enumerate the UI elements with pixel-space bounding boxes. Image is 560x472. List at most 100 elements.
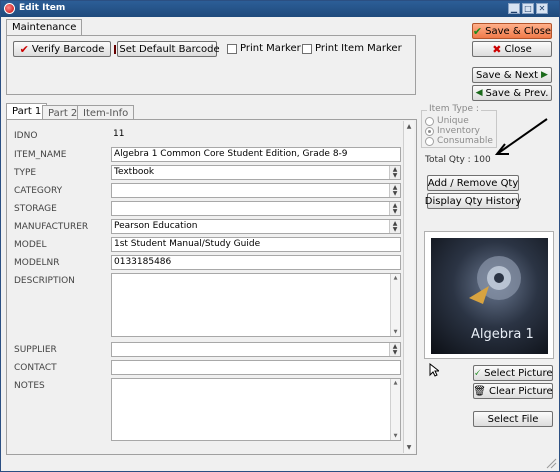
storage-label: STORAGE <box>14 204 57 214</box>
save-next-button[interactable]: Save & Next ▶ <box>472 67 552 83</box>
print-marker-checkbox[interactable]: Print Marker <box>227 43 301 54</box>
idno-label: IDNO <box>14 131 38 141</box>
radio-unique-dot[interactable] <box>425 116 434 126</box>
supplier-combo[interactable]: ▲ ▼ <box>111 342 401 357</box>
window-title: Edit Item <box>19 3 66 13</box>
tab-maintenance[interactable]: Maintenance <box>6 19 83 35</box>
minimize-button[interactable]: ▁ <box>508 3 520 14</box>
notes-label: NOTES <box>14 381 45 391</box>
save-prev-label: Save & Prev. <box>485 87 549 99</box>
modelnr-field[interactable]: 0133185486 <box>111 255 401 270</box>
print-marker-label: Print Marker <box>240 43 301 54</box>
storage-combo[interactable]: ▲ ▼ <box>111 201 401 216</box>
model-field[interactable]: 1st Student Manual/Study Guide <box>111 237 401 252</box>
book-cover-image: Algebra 1 <box>431 238 548 354</box>
combo-arrow-icon[interactable]: ▲ ▼ <box>389 166 400 179</box>
tab-part-1-label: Part 1 <box>12 106 42 117</box>
person-icon: 🗸 <box>473 366 482 379</box>
item-type-legend: Item Type : <box>427 104 481 114</box>
save-prev-button[interactable]: ◀ Save & Prev. <box>472 85 552 101</box>
save-close-button[interactable]: ✔ Save & Close <box>472 23 552 39</box>
combo-arrow-icon[interactable]: ▲ ▼ <box>389 184 400 197</box>
trash-icon: 🗑 <box>473 385 486 397</box>
mouse-cursor-icon <box>429 363 439 377</box>
item-type-unique-radio[interactable]: Unique <box>425 116 469 126</box>
close-window-button[interactable]: ✕ <box>536 3 548 14</box>
print-item-marker-box[interactable] <box>302 43 312 54</box>
category-label: CATEGORY <box>14 186 63 196</box>
set-default-barcode-button[interactable]: Set Default Barcode <box>114 41 220 57</box>
book-cover-title: Algebra 1 <box>471 327 534 342</box>
item-type-consumable-label: Consumable <box>437 136 493 146</box>
resize-grip-icon[interactable] <box>545 457 557 469</box>
manufacturer-combo[interactable]: Pearson Education ▲ ▼ <box>111 219 401 234</box>
description-scrollbar[interactable]: ▲ ▼ <box>390 274 400 336</box>
scroll-up-icon[interactable]: ▲ <box>392 275 399 281</box>
type-value: Textbook <box>114 167 155 177</box>
select-file-button[interactable]: Select File <box>473 411 553 427</box>
combo-arrow-icon[interactable]: ▲ ▼ <box>389 343 400 356</box>
set-default-barcode-label: Set Default Barcode <box>119 43 220 55</box>
edit-item-window: Edit Item ▁ □ ✕ Maintenance ✔ Verify Bar… <box>0 0 560 472</box>
total-qty-text: Total Qty : 100 <box>425 155 491 165</box>
app-icon <box>4 3 15 14</box>
category-combo[interactable]: ▲ ▼ <box>111 183 401 198</box>
scroll-up-icon[interactable]: ▲ <box>405 123 413 130</box>
select-picture-button[interactable]: 🗸 Select Picture <box>473 365 553 381</box>
combo-arrow-icon[interactable]: ▲ ▼ <box>389 202 400 215</box>
add-remove-qty-button[interactable]: Add / Remove Qty <box>427 175 519 191</box>
next-arrow-icon: ▶ <box>541 70 548 80</box>
checkmark-icon: ✔ <box>19 42 29 56</box>
item-type-inventory-label: Inventory <box>437 126 480 136</box>
tab-part-2-label: Part 2 <box>48 108 78 119</box>
annotation-arrow <box>494 118 548 155</box>
item-type-unique-label: Unique <box>437 116 469 126</box>
prev-arrow-icon: ◀ <box>475 88 483 98</box>
type-label: TYPE <box>14 168 37 178</box>
verify-barcode-button[interactable]: ✔ Verify Barcode <box>13 41 111 57</box>
combo-arrow-icon[interactable]: ▲ ▼ <box>389 220 400 233</box>
print-item-marker-label: Print Item Marker <box>315 43 402 54</box>
clear-picture-button[interactable]: 🗑 Clear Picture <box>473 383 553 399</box>
model-value: 1st Student Manual/Study Guide <box>114 239 261 249</box>
checkmark-icon: ✔ <box>472 24 483 38</box>
item-type-consumable-radio[interactable]: Consumable <box>425 136 493 146</box>
scroll-down-icon[interactable]: ▼ <box>392 329 399 335</box>
scroll-up-icon[interactable]: ▲ <box>392 380 399 386</box>
print-marker-box[interactable] <box>227 43 237 54</box>
select-file-label: Select File <box>487 413 539 425</box>
contact-label: CONTACT <box>14 363 57 373</box>
item-picture: Algebra 1 <box>424 231 554 359</box>
save-next-label: Save & Next <box>476 69 539 81</box>
item-type-inventory-radio[interactable]: Inventory <box>425 126 480 136</box>
close-button[interactable]: ✖ Close <box>472 41 552 57</box>
tab-item-info-label: Item-Info <box>83 108 129 119</box>
notes-scrollbar[interactable]: ▲ ▼ <box>390 379 400 440</box>
radio-inventory-dot[interactable] <box>425 126 434 136</box>
model-label: MODEL <box>14 240 47 250</box>
scroll-down-icon[interactable]: ▼ <box>392 433 399 439</box>
type-combo[interactable]: Textbook ▲ ▼ <box>111 165 401 180</box>
modelnr-label: MODELNR <box>14 258 60 268</box>
title-bar: Edit Item ▁ □ ✕ <box>1 1 559 17</box>
maximize-button[interactable]: □ <box>522 3 534 14</box>
part-1-scrollbar[interactable]: ▲ ▼ <box>403 121 414 453</box>
item-name-label: ITEM_NAME <box>14 150 67 160</box>
tab-item-info[interactable]: Item-Info <box>77 105 135 120</box>
barcode-icon <box>114 44 117 54</box>
display-qty-history-button[interactable]: Display Qty History <box>424 193 522 209</box>
manufacturer-value: Pearson Education <box>114 221 198 231</box>
item-name-field[interactable]: Algebra 1 Common Core Student Edition, G… <box>111 147 401 162</box>
description-memo[interactable]: ▲ ▼ <box>111 273 401 337</box>
radio-consumable-dot[interactable] <box>425 136 434 146</box>
notes-memo[interactable]: ▲ ▼ <box>111 378 401 441</box>
scroll-down-icon[interactable]: ▼ <box>405 444 413 451</box>
idno-value: 11 <box>113 129 125 139</box>
print-item-marker-checkbox[interactable]: Print Item Marker <box>302 43 402 54</box>
save-close-label: Save & Close <box>485 25 552 37</box>
close-label: Close <box>504 43 532 55</box>
contact-field[interactable] <box>111 360 401 375</box>
display-qty-history-label: Display Qty History <box>424 195 522 207</box>
item-name-value: Algebra 1 Common Core Student Edition, G… <box>114 149 348 159</box>
modelnr-value: 0133185486 <box>114 257 172 267</box>
